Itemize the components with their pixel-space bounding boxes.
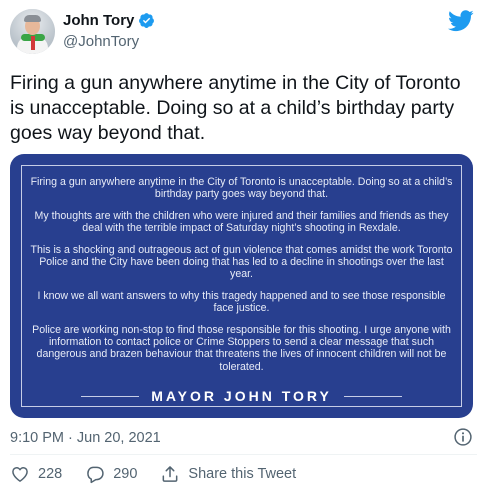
- statement-paragraph: This is a shocking and outrageous act of…: [30, 243, 453, 281]
- statement-paragraph: I know we all want answers to why this t…: [37, 289, 446, 315]
- tweet-image[interactable]: Firing a gun anywhere anytime in the Cit…: [10, 154, 473, 418]
- tweet-card: John Tory @JohnTory Firing a gun anywher…: [0, 0, 487, 493]
- tweet-actions: 228 290 Share this Tweet: [10, 464, 319, 484]
- reply-count: 290: [113, 466, 138, 482]
- share-label: Share this Tweet: [188, 466, 297, 482]
- share-icon: [162, 466, 178, 482]
- statement-text: Firing a gun anywhere anytime in the Cit…: [28, 176, 455, 382]
- twitter-logo-icon[interactable]: [448, 10, 474, 32]
- reply-button[interactable]: 290: [85, 464, 137, 484]
- statement-paragraph: Police are working non-stop to find thos…: [32, 323, 451, 373]
- like-count: 228: [38, 466, 63, 482]
- divider: [10, 454, 477, 455]
- statement-paragraph: My thoughts are with the children who we…: [34, 209, 449, 235]
- statement-signature: MAYOR JOHN TORY: [10, 388, 473, 404]
- statement-paragraph: Firing a gun anywhere anytime in the Cit…: [30, 176, 453, 201]
- tweet-text: Firing a gun anywhere anytime in the Cit…: [10, 72, 461, 144]
- info-icon[interactable]: [453, 427, 473, 447]
- verified-badge-icon: [139, 13, 155, 28]
- tweet-timestamp[interactable]: 9:10 PM · Jun 20, 2021: [10, 430, 161, 446]
- share-button[interactable]: Share this Tweet: [160, 464, 296, 484]
- author-display-name[interactable]: John Tory: [63, 12, 134, 29]
- avatar[interactable]: [10, 9, 55, 54]
- author-handle[interactable]: @JohnTory: [63, 33, 139, 50]
- signature-text: MAYOR JOHN TORY: [151, 388, 332, 404]
- like-button[interactable]: 228: [10, 464, 62, 484]
- reply-icon: [87, 466, 104, 484]
- signature-rule-left: [81, 395, 140, 397]
- heart-icon: [12, 467, 28, 482]
- author-name-row[interactable]: John Tory: [63, 12, 155, 29]
- signature-rule-right: [343, 395, 402, 397]
